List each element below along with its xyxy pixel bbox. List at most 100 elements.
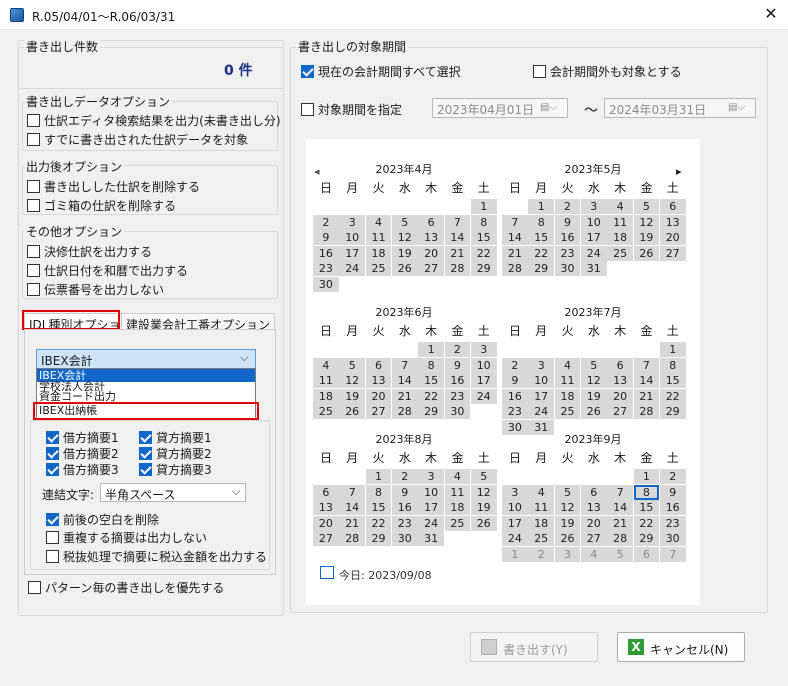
calendar-day[interactable]: 13 — [418, 230, 444, 245]
checkbox[interactable] — [27, 180, 40, 193]
calendar-day[interactable]: 1 — [502, 546, 528, 562]
calendar-day[interactable]: 10 — [418, 484, 444, 500]
calendar-day[interactable]: 8 — [659, 357, 686, 373]
data-option-1[interactable]: 仕訳エディタ検索結果を出力(未書き出し分) — [27, 112, 281, 129]
summary-debit-1[interactable]: 借方摘要1 — [46, 429, 119, 446]
checkbox[interactable] — [27, 199, 40, 212]
calendar-day[interactable]: 9 — [554, 214, 581, 230]
calendar-day[interactable]: 7 — [633, 357, 660, 373]
calendar-day[interactable]: 12 — [633, 214, 660, 230]
calendar-day[interactable]: 4 — [580, 546, 607, 562]
calendar-day[interactable]: 13 — [365, 373, 392, 388]
checkbox[interactable] — [46, 447, 59, 460]
cancel-button[interactable]: X キャンセル(N) — [617, 632, 745, 662]
calendar-day[interactable]: 14 — [391, 373, 418, 388]
checkbox[interactable] — [301, 103, 314, 116]
calendar-day[interactable]: 6 — [365, 357, 392, 373]
calendar-day[interactable]: 18 — [528, 515, 555, 531]
calendar-day[interactable]: 23 — [391, 515, 418, 531]
data-option-2[interactable]: すでに書き出された仕訳データを対象 — [27, 131, 248, 148]
calendar-day[interactable]: 17 — [502, 515, 528, 531]
calendar-day[interactable]: 3 — [528, 357, 555, 373]
calendar-day[interactable]: 15 — [633, 500, 660, 515]
calendar-day[interactable]: 11 — [365, 230, 392, 245]
calendar-day[interactable]: 18 — [607, 230, 633, 245]
calendar-day[interactable]: 29 — [659, 404, 686, 419]
calendar-day[interactable]: 3 — [418, 469, 444, 484]
calendar-day[interactable]: 14 — [339, 500, 366, 515]
calendar-day[interactable]: 24 — [339, 261, 366, 276]
calendar-day[interactable]: 15 — [470, 230, 497, 245]
other-option-3[interactable]: 伝票番号を出力しない — [27, 281, 164, 298]
calendar-day[interactable]: 24 — [528, 404, 555, 419]
calendar-day[interactable]: 8 — [418, 357, 444, 373]
checkbox[interactable] — [28, 581, 41, 594]
calendar-day[interactable]: 22 — [659, 388, 686, 404]
calendar-day[interactable]: 17 — [339, 245, 366, 261]
dup-option[interactable]: 重複する摘要は出力しない — [46, 529, 207, 546]
calendar-day[interactable]: 14 — [444, 230, 471, 245]
calendar-day[interactable]: 6 — [659, 199, 686, 214]
calendar-day[interactable]: 13 — [580, 500, 607, 515]
tax-option[interactable]: 税抜処理で摘要に税込金額を出力する — [46, 548, 267, 565]
checkbox[interactable] — [27, 133, 40, 146]
calendar-day[interactable]: 2 — [313, 214, 339, 230]
calendar-day[interactable]: 25 — [444, 515, 471, 531]
calendar-day[interactable]: 24 — [470, 388, 497, 404]
calendar-day[interactable]: 19 — [580, 388, 607, 404]
calendar-day[interactable]: 1 — [528, 199, 555, 214]
calendar-day[interactable]: 23 — [313, 261, 339, 276]
calendar-day[interactable]: 30 — [659, 531, 686, 546]
specify-option[interactable]: 対象期間を指定 — [301, 101, 402, 118]
calendar-day[interactable]: 9 — [444, 357, 471, 373]
calendar-day[interactable]: 30 — [313, 276, 339, 292]
calendar-day[interactable]: 14 — [502, 230, 528, 245]
calendar-day[interactable]: 9 — [391, 484, 418, 500]
calendar-day[interactable]: 25 — [313, 404, 339, 419]
other-option-2[interactable]: 仕訳日付を和暦で出力する — [27, 262, 188, 279]
checkbox[interactable] — [301, 65, 314, 78]
calendar-day[interactable]: 3 — [470, 342, 497, 357]
checkbox[interactable] — [46, 513, 59, 526]
calendar-day[interactable]: 9 — [502, 373, 528, 388]
calendar-day[interactable]: 6 — [633, 546, 660, 562]
calendar-day[interactable]: 19 — [554, 515, 581, 531]
calendar-day[interactable]: 16 — [444, 373, 471, 388]
calendar-day[interactable]: 22 — [418, 388, 444, 404]
calendar-day[interactable]: 2 — [444, 342, 471, 357]
calendar-day[interactable]: 26 — [391, 261, 418, 276]
calendar-day[interactable]: 9 — [313, 230, 339, 245]
calendar-day[interactable]: 29 — [633, 531, 660, 546]
calendar-day[interactable]: 27 — [418, 261, 444, 276]
calendar-day[interactable]: 2 — [554, 199, 581, 214]
calendar-day[interactable]: 20 — [313, 515, 339, 531]
checkbox[interactable] — [46, 431, 59, 444]
calendar-day[interactable]: 1 — [365, 469, 392, 484]
calendar-day[interactable]: 7 — [444, 214, 471, 230]
calendar-day[interactable]: 6 — [580, 484, 607, 500]
calendar-day[interactable]: 10 — [528, 373, 555, 388]
calendar-day[interactable]: 20 — [607, 388, 633, 404]
calendar-day[interactable]: 26 — [580, 404, 607, 419]
checkbox[interactable] — [27, 264, 40, 277]
calendar-day[interactable]: 26 — [633, 245, 660, 261]
calendar-day[interactable]: 4 — [444, 469, 471, 484]
calendar-day[interactable]: 10 — [470, 357, 497, 373]
calendar-day[interactable]: 12 — [391, 230, 418, 245]
calendar-day[interactable]: 13 — [659, 214, 686, 230]
calendar-day[interactable]: 26 — [339, 404, 366, 419]
jdl-type-select[interactable]: IBEX会計 — [36, 349, 256, 369]
calendar-day[interactable]: 18 — [444, 500, 471, 515]
calendar-day[interactable]: 17 — [580, 230, 607, 245]
calendar-day[interactable]: 29 — [470, 261, 497, 276]
trim-option[interactable]: 前後の空白を削除 — [46, 511, 159, 528]
calendar-day[interactable]: 22 — [528, 245, 555, 261]
calendar-day[interactable]: 22 — [633, 515, 660, 531]
calendar-day[interactable]: 29 — [418, 404, 444, 419]
calendar-day[interactable]: 21 — [502, 245, 528, 261]
calendar-day[interactable]: 21 — [391, 388, 418, 404]
checkbox[interactable] — [139, 431, 152, 444]
calendar-day[interactable]: 15 — [528, 230, 555, 245]
calendar-day[interactable]: 1 — [470, 199, 497, 214]
calendar-day[interactable]: 23 — [502, 404, 528, 419]
